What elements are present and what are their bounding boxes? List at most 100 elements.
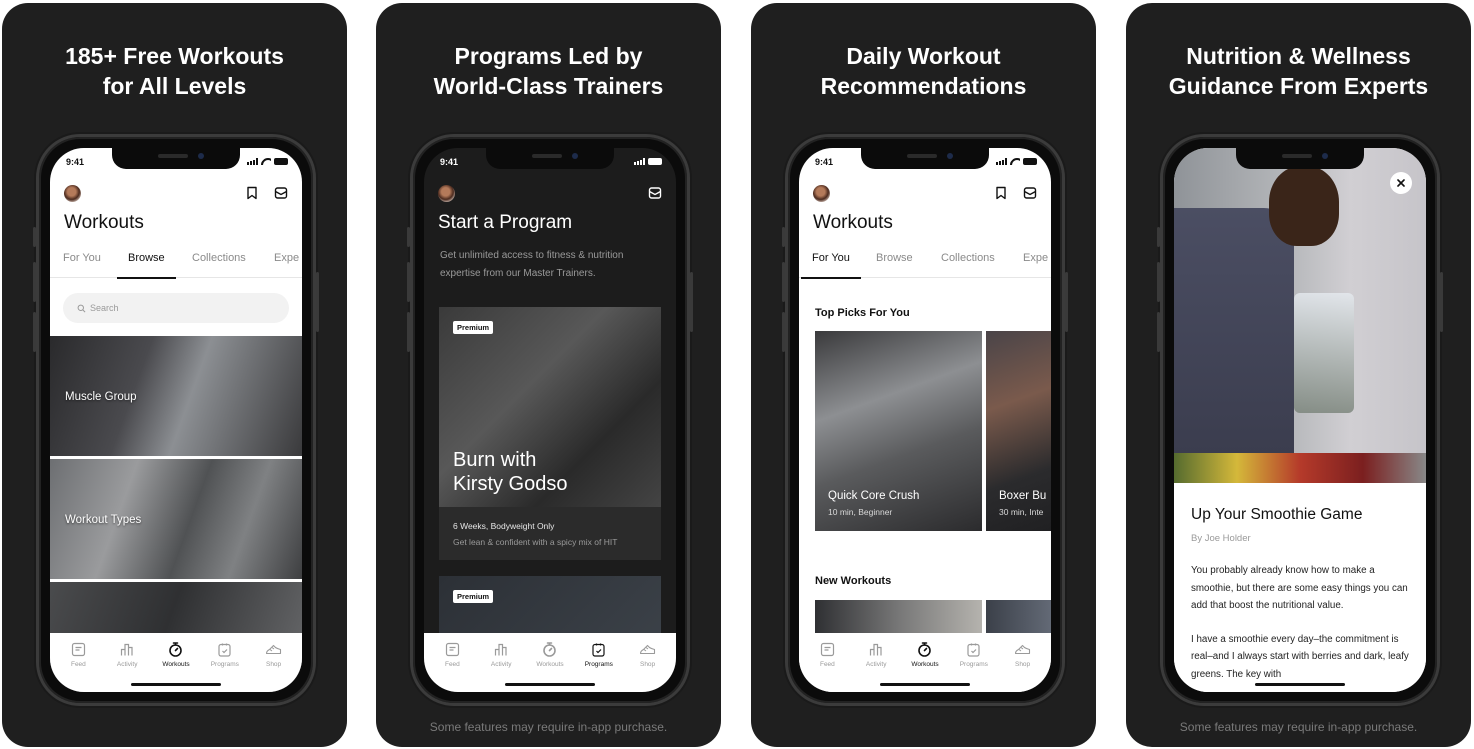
- tabbar-feed[interactable]: Feed: [428, 641, 476, 692]
- footnote: Some features may require in-app purchas…: [1179, 720, 1418, 734]
- status-bar: 9:41: [64, 156, 288, 170]
- panel-headline: Daily Workout Recommendations: [820, 43, 1027, 99]
- program-name: Burn with Kirsty Godso: [453, 449, 568, 495]
- power-button: [690, 272, 693, 332]
- tabbar-shop[interactable]: Shop: [624, 641, 672, 692]
- tab-collections[interactable]: Collections: [941, 252, 995, 278]
- mute-switch: [407, 227, 410, 247]
- tab-experts[interactable]: Expe: [1023, 252, 1048, 278]
- avatar[interactable]: [438, 185, 455, 202]
- article-paragraph: I have a smoothie every day–the commitme…: [1191, 633, 1409, 680]
- tab-for-you[interactable]: For You: [63, 252, 101, 278]
- volume-up-button: [407, 262, 410, 302]
- status-time: 9:41: [66, 157, 85, 167]
- inbox-icon[interactable]: [1022, 185, 1038, 201]
- home-indicator: [1255, 683, 1345, 686]
- article-paragraph: You probably already know how to make a …: [1191, 565, 1408, 611]
- tabbar-shop[interactable]: Shop: [999, 641, 1047, 692]
- close-icon: [1396, 178, 1406, 188]
- phone-frame: 9:41 Workouts For You Browse Collections…: [33, 134, 319, 706]
- inbox-icon[interactable]: [273, 185, 289, 201]
- wifi-icon: [261, 158, 271, 165]
- bookmark-icon[interactable]: [993, 185, 1009, 201]
- program-description: Get lean & confident with a spicy mix of…: [453, 537, 618, 547]
- workout-card[interactable]: Boxer Bu 30 min, Inte: [986, 331, 1051, 531]
- premium-badge: Premium: [453, 590, 494, 603]
- inbox-icon[interactable]: [647, 185, 663, 201]
- mute-switch: [1157, 227, 1160, 247]
- panel-programs: Programs Led by World-Class Trainers 9:4…: [376, 3, 721, 747]
- mute-switch: [782, 227, 785, 247]
- signal-icon: [247, 158, 258, 165]
- volume-up-button: [1157, 262, 1160, 302]
- tab-experts[interactable]: Expe: [274, 252, 299, 278]
- clipboard-icon: [965, 641, 982, 658]
- workout-meta: 10 min, Beginner: [828, 507, 893, 517]
- tabbar-shop[interactable]: Shop: [250, 641, 298, 692]
- article-hero-image: [1174, 148, 1426, 483]
- clipboard-icon: [216, 641, 233, 658]
- panel-headline: Programs Led by World-Class Trainers: [433, 43, 664, 99]
- panel-headline: Nutrition & Wellness Guidance From Exper…: [1168, 43, 1429, 99]
- activity-icon: [493, 641, 510, 658]
- status-bar: 9:41: [438, 156, 662, 170]
- close-button[interactable]: [1390, 172, 1412, 194]
- category-muscle-group[interactable]: Muscle Group: [50, 336, 302, 456]
- section-title-top-picks: Top Picks For You: [815, 307, 910, 319]
- workout-name: Boxer Bu: [999, 490, 1047, 502]
- section-title-new-workouts: New Workouts: [815, 575, 892, 587]
- phone-screen: 9:41 Workouts For You Browse Collections…: [50, 148, 302, 692]
- tabbar-feed[interactable]: Feed: [803, 641, 851, 692]
- workout-card[interactable]: Quick Core Crush 10 min, Beginner: [815, 331, 982, 531]
- tab-browse[interactable]: Browse: [117, 252, 176, 279]
- program-meta: 6 Weeks, Bodyweight Only: [453, 521, 555, 531]
- home-indicator: [880, 683, 970, 686]
- power-button: [1065, 272, 1068, 332]
- battery-icon: [648, 158, 662, 165]
- tabbar-feed[interactable]: Feed: [54, 641, 102, 692]
- category-label: Workout Types: [65, 514, 142, 526]
- article-author: By Joe Holder: [1191, 533, 1251, 544]
- volume-down-button: [1157, 312, 1160, 352]
- volume-up-button: [782, 262, 785, 302]
- footnote: Some features may require in-app purchas…: [429, 720, 668, 734]
- activity-icon: [119, 641, 136, 658]
- activity-icon: [868, 641, 885, 658]
- panel-free-workouts: 185+ Free Workouts for All Levels 9:41 W…: [2, 3, 347, 747]
- power-button: [316, 272, 319, 332]
- page-title: Start a Program: [438, 212, 573, 233]
- tab-for-you[interactable]: For You: [801, 252, 861, 279]
- search-input[interactable]: Search: [63, 293, 289, 323]
- wifi-icon: [1010, 158, 1020, 165]
- phone-screen: Up Your Smoothie Game By Joe Holder You …: [1174, 148, 1426, 692]
- status-time: 9:41: [815, 157, 834, 167]
- feed-icon: [819, 641, 836, 658]
- signal-icon: [634, 158, 645, 165]
- program-card[interactable]: Premium Burn with Kirsty Godso 6 Weeks, …: [439, 307, 661, 560]
- volume-down-button: [33, 312, 36, 352]
- panel-headline: 185+ Free Workouts for All Levels: [65, 43, 284, 99]
- tab-collections[interactable]: Collections: [192, 252, 246, 278]
- phone-frame: Up Your Smoothie Game By Joe Holder You …: [1157, 134, 1443, 706]
- home-indicator: [505, 683, 595, 686]
- mute-switch: [33, 227, 36, 247]
- category-label: Muscle Group: [65, 391, 137, 403]
- shoe-icon: [265, 641, 282, 658]
- article-title: Up Your Smoothie Game: [1191, 506, 1363, 523]
- battery-icon: [1023, 158, 1037, 165]
- article-body: Up Your Smoothie Game By Joe Holder You …: [1174, 483, 1426, 692]
- bookmark-icon[interactable]: [244, 185, 260, 201]
- category-workout-types[interactable]: Workout Types: [50, 459, 302, 579]
- avatar[interactable]: [64, 185, 81, 202]
- program-intro: Get unlimited access to fitness & nutrit…: [440, 250, 624, 279]
- workout-name: Quick Core Crush: [828, 490, 920, 502]
- stopwatch-icon: [541, 641, 558, 658]
- page-title: Workouts: [64, 212, 144, 233]
- phone-screen: 9:41 Start a Program Get unlimited acces…: [424, 148, 676, 692]
- feed-icon: [444, 641, 461, 658]
- avatar[interactable]: [813, 185, 830, 202]
- search-placeholder: Search: [90, 303, 119, 313]
- notch: [1236, 148, 1364, 169]
- signal-icon: [996, 158, 1007, 165]
- tab-browse[interactable]: Browse: [876, 252, 913, 278]
